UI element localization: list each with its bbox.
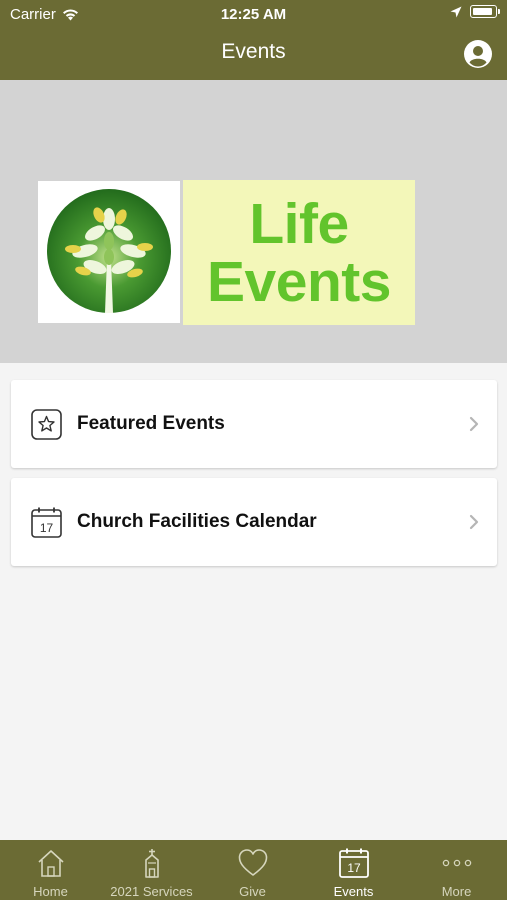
logo-line-2: Events bbox=[207, 249, 391, 314]
tab-events-label: Events bbox=[333, 884, 374, 899]
chevron-right-icon bbox=[469, 514, 479, 530]
life-events-logo: Life Events bbox=[183, 180, 415, 325]
logo-line-1: Life bbox=[249, 191, 349, 256]
status-right bbox=[450, 5, 500, 18]
chevron-right-icon bbox=[469, 416, 479, 432]
tab-home[interactable]: Home bbox=[0, 840, 101, 900]
calendar-icon: 17 bbox=[31, 507, 62, 538]
tab-2021-services[interactable]: 2021 Services bbox=[101, 840, 202, 900]
tab-home-label: Home bbox=[33, 884, 68, 899]
calendar-date-text: 17 bbox=[40, 521, 54, 535]
heart-icon bbox=[238, 849, 267, 876]
tab-give[interactable]: Give bbox=[202, 840, 303, 900]
battery-icon bbox=[470, 5, 500, 18]
tab-2021-services-label: 2021 Services bbox=[110, 884, 193, 899]
location-arrow-icon bbox=[450, 6, 462, 17]
tab-calendar-date-text: 17 bbox=[347, 861, 361, 875]
page-title: Events bbox=[221, 40, 286, 63]
tab-events[interactable]: 17 Events bbox=[303, 840, 404, 900]
profile-icon[interactable] bbox=[464, 40, 492, 68]
church-facilities-calendar-label: Church Facilities Calendar bbox=[77, 511, 317, 532]
home-icon bbox=[37, 850, 64, 877]
tab-give-label: Give bbox=[239, 884, 266, 899]
church-facilities-calendar-row[interactable]: 17 Church Facilities Calendar bbox=[11, 478, 497, 566]
star-icon bbox=[31, 409, 62, 440]
more-dots-icon bbox=[442, 859, 471, 867]
tree-icon bbox=[47, 189, 171, 313]
tab-more[interactable]: More bbox=[406, 840, 507, 900]
tab-more-label: More bbox=[441, 884, 472, 899]
status-bar: Carrier 12:25 AM bbox=[0, 0, 507, 28]
tab-bar: Home 2021 Services Give 17 Events More bbox=[0, 840, 507, 900]
banner: Life Events bbox=[0, 80, 507, 363]
church-icon bbox=[144, 849, 159, 878]
featured-events-row[interactable]: Featured Events bbox=[11, 380, 497, 468]
calendar-icon: 17 bbox=[338, 848, 369, 878]
featured-events-label: Featured Events bbox=[77, 413, 225, 434]
status-time: 12:25 AM bbox=[220, 6, 287, 23]
top-bar: Carrier 12:25 AM Events bbox=[0, 0, 507, 80]
tree-logo bbox=[38, 181, 180, 323]
